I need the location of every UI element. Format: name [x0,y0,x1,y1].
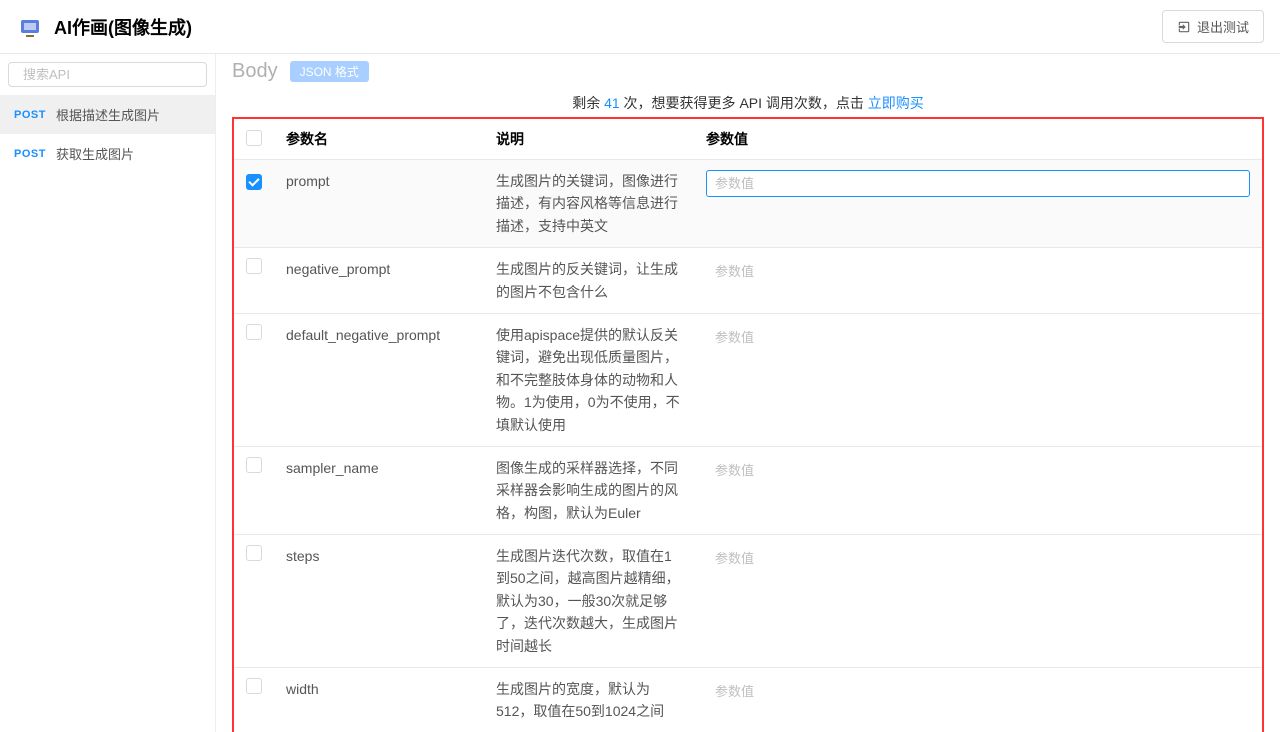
col-header-check [233,118,274,160]
param-value-input[interactable] [706,457,1250,484]
row-checkbox[interactable] [246,457,262,473]
header-left: AI作画(图像生成) [16,13,192,41]
row-checkbox[interactable] [246,258,262,274]
param-value-input[interactable] [706,170,1250,197]
row-checkbox[interactable] [246,174,262,190]
cell-value [694,535,1263,668]
cell-value [694,668,1263,732]
params-table-wrapper: 参数名 说明 参数值 prompt 生成图片的关键词，图像进行描述，有内容风格等信… [216,117,1280,732]
param-value-input[interactable] [706,678,1250,705]
cell-check [233,668,274,732]
cell-check [233,313,274,446]
nav-list: POST 根据描述生成图片 POST 获取生成图片 [0,95,215,173]
notice-suffix: 次，想要获得更多 API 调用次数，点击 [620,95,868,111]
notice-count: 41 [604,95,620,111]
col-header-value: 参数值 [694,118,1263,160]
cell-value [694,446,1263,534]
cell-param-name: steps [274,535,484,668]
exit-button-label: 退出测试 [1197,17,1249,36]
cell-value [694,248,1263,314]
col-header-name: 参数名 [274,118,484,160]
row-checkbox[interactable] [246,545,262,561]
nav-method: POST [14,109,46,121]
sidebar-item-0[interactable]: POST 根据描述生成图片 [0,95,215,134]
json-format-badge: JSON 格式 [290,61,369,82]
table-row: sampler_name 图像生成的采样器选择，不同采样器会影响生成的图片的风格，… [233,446,1263,534]
cell-check [233,446,274,534]
cell-param-name: default_negative_prompt [274,313,484,446]
main-layout: POST 根据描述生成图片 POST 获取生成图片 Body JSON 格式 剩余 4… [0,54,1280,732]
cell-param-name: sampler_name [274,446,484,534]
body-label: Body [232,60,278,83]
search-wrapper [0,54,215,95]
cell-check [233,535,274,668]
param-value-input[interactable] [706,324,1250,351]
table-row: steps 生成图片迭代次数，取值在1到50之间，越高图片越精细，默认为30，一般… [233,535,1263,668]
page-header: AI作画(图像生成) 退出测试 [0,0,1280,54]
exit-test-button[interactable]: 退出测试 [1162,10,1264,43]
cell-desc: 生成图片的宽度，默认为512，取值在50到1024之间 [484,668,694,732]
params-table: 参数名 说明 参数值 prompt 生成图片的关键词，图像进行描述，有内容风格等信… [232,117,1264,732]
sidebar-item-1[interactable]: POST 获取生成图片 [0,134,215,173]
cell-desc: 生成图片迭代次数，取值在1到50之间，越高图片越精细，默认为30，一般30次就足… [484,535,694,668]
nav-label: 获取生成图片 [56,144,134,163]
cell-desc: 生成图片的反关键词，让生成的图片不包含什么 [484,248,694,314]
table-row: prompt 生成图片的关键词，图像进行描述，有内容风格等信息进行描述，支持中英文 [233,160,1263,248]
notice-prefix: 剩余 [572,95,604,111]
cell-check [233,248,274,314]
nav-label: 根据描述生成图片 [56,105,160,124]
cell-param-name: negative_prompt [274,248,484,314]
page-title: AI作画(图像生成) [54,14,192,40]
main-content: Body JSON 格式 剩余 41 次，想要获得更多 API 调用次数，点击 … [216,54,1280,732]
quota-notice: 剩余 41 次，想要获得更多 API 调用次数，点击 立即购买 [216,83,1280,117]
param-name: negative_prompt [286,261,390,277]
param-name: default_negative_prompt [286,327,440,343]
table-row: negative_prompt 生成图片的反关键词，让生成的图片不包含什么 [233,248,1263,314]
cell-desc: 生成图片的关键词，图像进行描述，有内容风格等信息进行描述，支持中英文 [484,160,694,248]
row-checkbox[interactable] [246,324,262,340]
param-name: steps [286,548,319,564]
sidebar: POST 根据描述生成图片 POST 获取生成图片 [0,54,216,732]
cell-value [694,313,1263,446]
nav-method: POST [14,148,46,160]
buy-now-link[interactable]: 立即购买 [868,95,924,111]
param-name: sampler_name [286,460,379,476]
param-name: width [286,681,319,697]
cell-value [694,160,1263,248]
cell-check [233,160,274,248]
cell-desc: 使用apispace提供的默认反关键词，避免出现低质量图片，和不完整肢体身体的动… [484,313,694,446]
col-header-desc: 说明 [484,118,694,160]
param-value-input[interactable] [706,545,1250,572]
table-row: default_negative_prompt 使用apispace提供的默认反关… [233,313,1263,446]
param-value-input[interactable] [706,258,1250,285]
search-input[interactable] [23,67,199,82]
table-row: width 生成图片的宽度，默认为512，取值在50到1024之间 [233,668,1263,732]
app-icon [16,13,44,41]
exit-icon [1177,20,1191,34]
select-all-checkbox[interactable] [246,130,262,146]
cell-param-name: prompt [274,160,484,248]
param-name: prompt [286,173,330,189]
row-checkbox[interactable] [246,678,262,694]
cell-param-name: width [274,668,484,732]
body-section-header: Body JSON 格式 [216,54,1280,83]
cell-desc: 图像生成的采样器选择，不同采样器会影响生成的图片的风格，构图，默认为Euler [484,446,694,534]
search-box[interactable] [8,62,207,87]
